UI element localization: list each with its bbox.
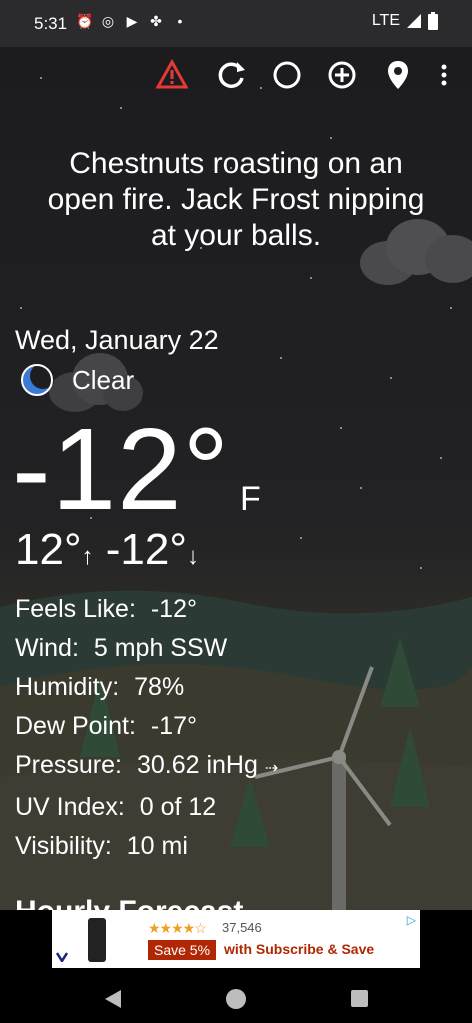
high-temp: 12° — [15, 525, 82, 574]
instagram-icon: ◎ — [101, 13, 115, 29]
feels-like-value: -12° — [150, 595, 197, 623]
add-location-icon[interactable] — [325, 58, 359, 92]
visibility-row: Visibility: 10 mi — [15, 827, 278, 866]
battery-icon — [428, 12, 438, 30]
condition-text: Clear — [72, 364, 135, 395]
pressure-label: Pressure: — [15, 751, 122, 779]
product-image — [88, 918, 106, 962]
high-low: 12°↑ -12°↓ — [15, 525, 199, 575]
pressure-value: 30.62 inHg — [136, 751, 258, 779]
signal-icon — [407, 14, 421, 28]
moon-icon — [21, 363, 54, 396]
network-type: LTE — [371, 12, 400, 29]
fan-icon: ✤ — [150, 13, 162, 29]
rating-count: 37,546 — [222, 920, 262, 935]
home-icon[interactable] — [225, 988, 247, 1010]
arrow-down-icon: ↓ — [186, 543, 199, 570]
toolbar — [0, 58, 472, 102]
dew-point-row: Dew Point: -17° — [15, 707, 278, 746]
ad-choices-icon[interactable]: ▷ — [407, 913, 416, 927]
status-bar: 5:31 ⏰ ◎ ▶ ✤ • LTE — [0, 0, 472, 47]
humidity-label: Humidity: — [15, 673, 120, 701]
feels-like-row: Feels Like: -12° — [15, 590, 278, 629]
location-pin-icon[interactable] — [381, 58, 415, 92]
more-notifications-icon: • — [177, 13, 183, 29]
status-notification-icons: ⏰ ◎ ▶ ✤ • — [76, 13, 188, 29]
wind-label: Wind: — [15, 634, 79, 662]
status-right: LTE — [372, 12, 438, 30]
condition-row: Clear — [20, 363, 134, 397]
recents-icon[interactable] — [350, 989, 369, 1008]
temperature-unit: F — [240, 480, 261, 518]
pressure-trend-icon: ⇢ — [264, 760, 279, 777]
pressure-row: Pressure: 30.62 inHg ⇢ — [15, 746, 278, 788]
wind-value: 5 mph SSW — [93, 634, 228, 662]
quote-line: open fire. Jack Frost nipping — [47, 183, 425, 216]
wind-row: Wind: 5 mph SSW — [15, 629, 278, 668]
dew-point-label: Dew Point: — [15, 712, 136, 740]
rating-stars: ★★★★☆ — [148, 920, 207, 936]
dew-point-value: -17° — [150, 712, 197, 740]
youtube-icon: ▶ — [126, 13, 138, 29]
alarm-icon: ⏰ — [76, 13, 94, 29]
visibility-label: Visibility: — [15, 832, 112, 860]
feels-like-label: Feels Like: — [15, 595, 136, 623]
humidity-value: 78% — [134, 673, 185, 701]
uv-index-row: UV Index: 0 of 12 — [15, 788, 278, 827]
uv-index-value: 0 of 12 — [139, 793, 217, 821]
more-options-icon[interactable] — [432, 58, 456, 92]
humidity-row: Humidity: 78% — [15, 668, 278, 707]
ad-logo-icon — [56, 952, 68, 962]
theme-icon[interactable] — [270, 58, 304, 92]
back-icon[interactable] — [103, 988, 123, 1010]
current-date: Wed, January 22 — [15, 325, 219, 355]
ad-banner[interactable]: ★★★★☆ 37,546 Save 5% with Subscribe & Sa… — [52, 910, 420, 968]
arrow-up-icon: ↑ — [81, 543, 94, 570]
alert-icon[interactable] — [155, 58, 189, 92]
visibility-value: 10 mi — [126, 832, 188, 860]
quote-line: at your balls. — [150, 219, 322, 252]
current-temperature: -12° — [12, 404, 231, 534]
navigation-bar — [0, 976, 472, 1023]
uv-index-label: UV Index: — [15, 793, 125, 821]
weather-details: Feels Like: -12° Wind: 5 mph SSW Humidit… — [15, 590, 278, 866]
weather-quote: Chestnuts roasting on an open fire. Jack… — [0, 146, 472, 254]
status-time: 5:31 — [34, 14, 68, 33]
save-badge[interactable]: Save 5% — [148, 940, 217, 960]
low-temp: -12° — [105, 525, 187, 574]
refresh-icon[interactable] — [215, 58, 249, 92]
hourly-forecast-heading: Hourly Forecast — [15, 895, 243, 910]
save-text[interactable]: with Subscribe & Save — [224, 941, 374, 957]
quote-line: Chestnuts roasting on an — [69, 147, 403, 180]
